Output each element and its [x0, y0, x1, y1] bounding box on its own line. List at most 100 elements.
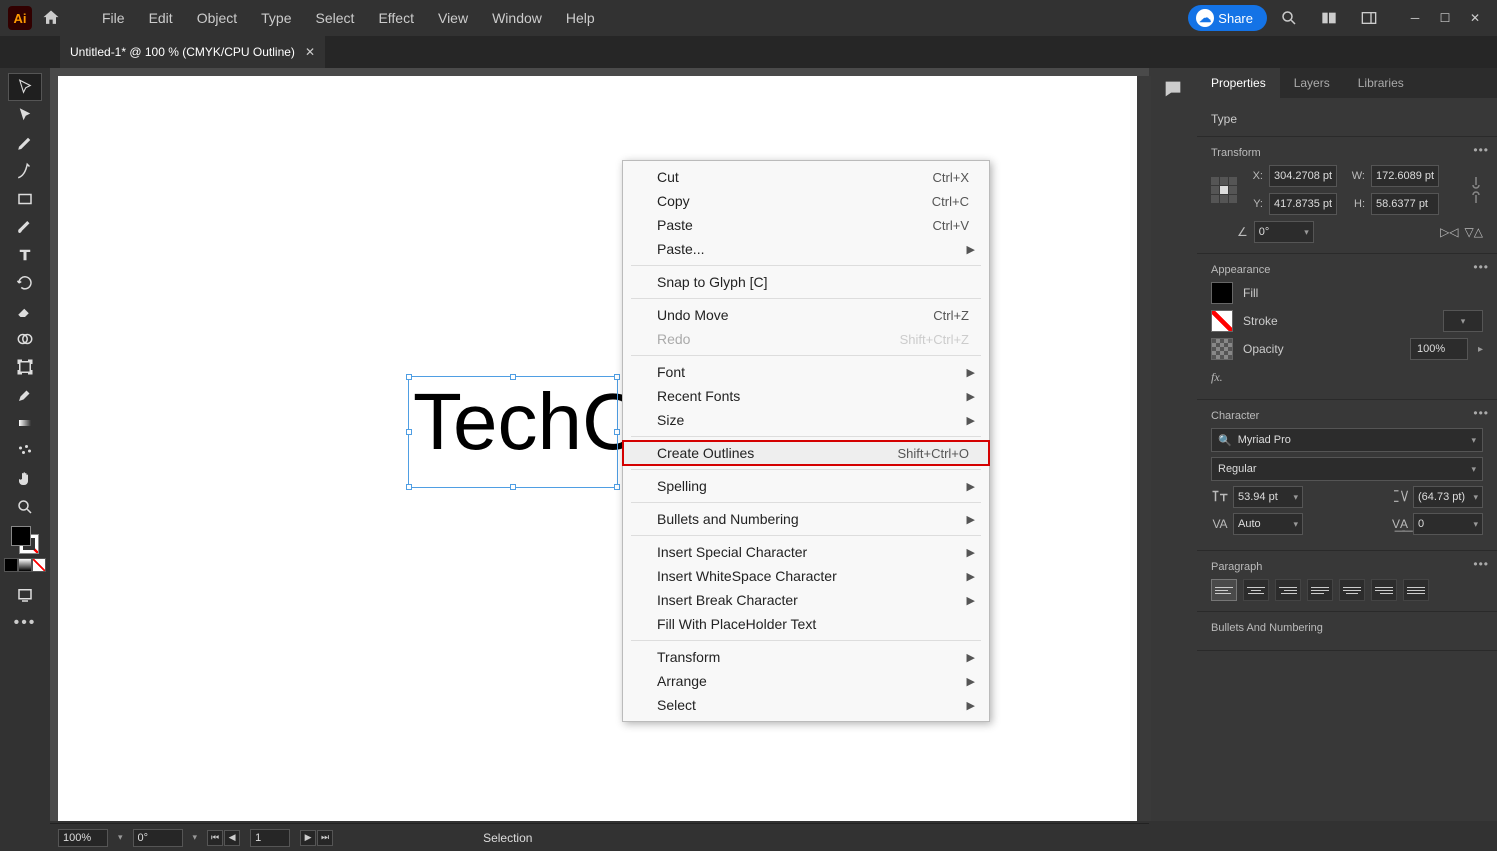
- justify-center-button[interactable]: [1339, 579, 1365, 601]
- vertical-scrollbar[interactable]: [1137, 76, 1151, 821]
- h-input[interactable]: [1371, 193, 1439, 215]
- ctx-arrange[interactable]: Arrange▶: [623, 669, 989, 693]
- first-artboard-button[interactable]: ⏮: [207, 830, 223, 846]
- ctx-insert-break-character[interactable]: Insert Break Character▶: [623, 588, 989, 612]
- type-tool[interactable]: [9, 242, 41, 268]
- comments-button[interactable]: [1162, 78, 1184, 105]
- ctx-recent-fonts[interactable]: Recent Fonts▶: [623, 384, 989, 408]
- ctx-insert-whitespace-character[interactable]: Insert WhiteSpace Character▶: [623, 564, 989, 588]
- tab-libraries[interactable]: Libraries: [1344, 68, 1418, 98]
- gradient-tool[interactable]: [9, 410, 41, 436]
- search-button[interactable]: [1275, 4, 1303, 32]
- menu-type[interactable]: Type: [249, 4, 303, 32]
- minimize-button[interactable]: ─: [1401, 8, 1429, 28]
- tab-layers[interactable]: Layers: [1280, 68, 1344, 98]
- close-tab-button[interactable]: ✕: [305, 45, 315, 59]
- stroke-weight-input[interactable]: ▾: [1443, 310, 1483, 332]
- w-input[interactable]: [1371, 165, 1439, 187]
- workspace-switcher-button[interactable]: [1355, 4, 1383, 32]
- rotate-tool[interactable]: [9, 270, 41, 296]
- hand-tool[interactable]: [9, 466, 41, 492]
- ctx-copy[interactable]: CopyCtrl+C: [623, 189, 989, 213]
- menu-window[interactable]: Window: [480, 4, 554, 32]
- font-size-input[interactable]: 53.94 pt▾: [1233, 486, 1303, 508]
- next-artboard-button[interactable]: ▶: [300, 830, 316, 846]
- menu-edit[interactable]: Edit: [137, 4, 185, 32]
- opacity-input[interactable]: 100%: [1410, 338, 1468, 360]
- zoom-tool[interactable]: [9, 494, 41, 520]
- ctx-fill-with-placeholder-text[interactable]: Fill With PlaceHolder Text: [623, 612, 989, 636]
- ctx-create-outlines[interactable]: Create OutlinesShift+Ctrl+O: [623, 441, 989, 465]
- justify-all-button[interactable]: [1403, 579, 1429, 601]
- eraser-tool[interactable]: [9, 298, 41, 324]
- share-button[interactable]: ☁ Share: [1188, 5, 1267, 31]
- menu-file[interactable]: File: [90, 4, 137, 32]
- last-artboard-button[interactable]: ⏭: [317, 830, 333, 846]
- align-center-button[interactable]: [1243, 579, 1269, 601]
- justify-right-button[interactable]: [1371, 579, 1397, 601]
- screen-mode-button[interactable]: [9, 582, 41, 608]
- leading-input[interactable]: (64.73 pt)▾: [1413, 486, 1483, 508]
- ctx-size[interactable]: Size▶: [623, 408, 989, 432]
- constrain-proportions-icon[interactable]: [1469, 175, 1483, 208]
- opacity-swatch[interactable]: [1211, 338, 1233, 360]
- justify-left-button[interactable]: [1307, 579, 1333, 601]
- tab-properties[interactable]: Properties: [1197, 68, 1280, 98]
- font-style-dropdown[interactable]: Regular▾: [1211, 457, 1483, 481]
- menu-help[interactable]: Help: [554, 4, 607, 32]
- stroke-swatch[interactable]: [1211, 310, 1233, 332]
- reference-point-widget[interactable]: [1211, 177, 1237, 203]
- ctx-paste[interactable]: Paste...▶: [623, 237, 989, 261]
- symbol-sprayer-tool[interactable]: [9, 438, 41, 464]
- artboard-number-input[interactable]: [250, 829, 290, 847]
- home-button[interactable]: [36, 3, 66, 33]
- font-family-dropdown[interactable]: 🔍Myriad Pro▾: [1211, 428, 1483, 452]
- ctx-bullets-and-numbering[interactable]: Bullets and Numbering▶: [623, 507, 989, 531]
- flip-vertical-icon[interactable]: ▽△: [1465, 225, 1483, 239]
- character-more-button[interactable]: •••: [1473, 406, 1489, 420]
- curvature-tool[interactable]: [9, 158, 41, 184]
- align-right-button[interactable]: [1275, 579, 1301, 601]
- edit-toolbar-button[interactable]: •••: [9, 610, 41, 636]
- fill-swatch[interactable]: [1211, 282, 1233, 304]
- selection-tool[interactable]: [9, 74, 41, 100]
- close-window-button[interactable]: ✕: [1461, 8, 1489, 28]
- ctx-snap-to-glyph-c[interactable]: Snap to Glyph [C]: [623, 270, 989, 294]
- appearance-more-button[interactable]: •••: [1473, 260, 1489, 274]
- artboard-tool[interactable]: [9, 354, 41, 380]
- zoom-level-input[interactable]: [58, 829, 108, 847]
- document-tab[interactable]: Untitled-1* @ 100 % (CMYK/CPU Outline) ✕: [60, 36, 325, 68]
- ctx-transform[interactable]: Transform▶: [623, 645, 989, 669]
- tracking-input[interactable]: 0▾: [1413, 513, 1483, 535]
- ctx-cut[interactable]: CutCtrl+X: [623, 165, 989, 189]
- fill-stroke-swatch[interactable]: [11, 526, 39, 554]
- menu-view[interactable]: View: [426, 4, 480, 32]
- ctx-paste[interactable]: PasteCtrl+V: [623, 213, 989, 237]
- x-input[interactable]: [1269, 165, 1337, 187]
- paintbrush-tool[interactable]: [9, 214, 41, 240]
- ctx-font[interactable]: Font▶: [623, 360, 989, 384]
- eyedropper-tool[interactable]: [9, 382, 41, 408]
- transform-more-button[interactable]: •••: [1473, 143, 1489, 157]
- menu-object[interactable]: Object: [185, 4, 249, 32]
- ctx-select[interactable]: Select▶: [623, 693, 989, 717]
- view-rotation-input[interactable]: [133, 829, 183, 847]
- align-left-button[interactable]: [1211, 579, 1237, 601]
- prev-artboard-button[interactable]: ◀: [224, 830, 240, 846]
- y-input[interactable]: [1269, 193, 1337, 215]
- menu-effect[interactable]: Effect: [366, 4, 426, 32]
- shape-builder-tool[interactable]: [9, 326, 41, 352]
- color-mode-row[interactable]: [4, 558, 46, 572]
- flip-horizontal-icon[interactable]: ▷◁: [1440, 225, 1458, 239]
- rotation-input[interactable]: 0°▾: [1254, 221, 1314, 243]
- pen-tool[interactable]: [9, 130, 41, 156]
- direct-selection-tool[interactable]: [9, 102, 41, 128]
- maximize-button[interactable]: ☐: [1431, 8, 1459, 28]
- ctx-undo-move[interactable]: Undo MoveCtrl+Z: [623, 303, 989, 327]
- arrange-documents-button[interactable]: [1315, 4, 1343, 32]
- paragraph-more-button[interactable]: •••: [1473, 557, 1489, 571]
- ctx-insert-special-character[interactable]: Insert Special Character▶: [623, 540, 989, 564]
- ctx-spelling[interactable]: Spelling▶: [623, 474, 989, 498]
- rectangle-tool[interactable]: [9, 186, 41, 212]
- menu-select[interactable]: Select: [304, 4, 367, 32]
